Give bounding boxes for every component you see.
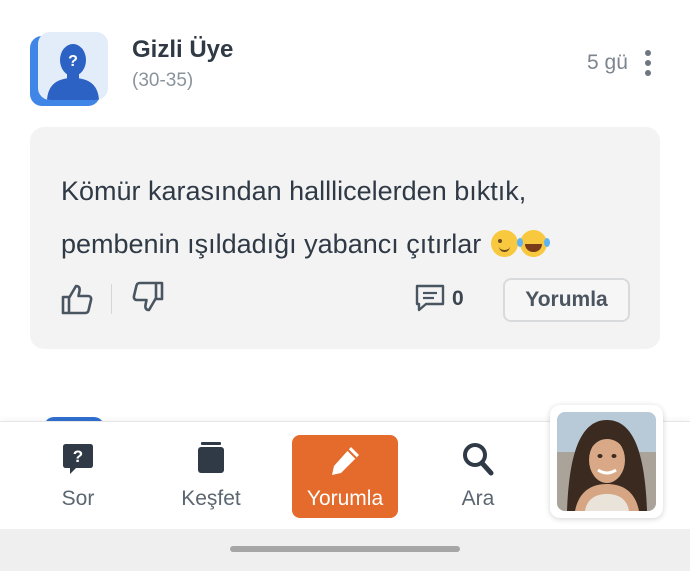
post-text-line-1: Kömür karasından halllicelerden bıktık, [61,176,527,206]
nav-item-sor[interactable]: ? Sor [23,422,133,522]
stack-icon [198,442,224,473]
search-icon [463,443,494,476]
comment-count: 0 [452,287,464,310]
author-age-range: (30-35) [132,70,194,91]
nav-label-kesfet: Keşfet [181,487,241,510]
profile-photo [557,412,656,511]
comment-icon[interactable] [414,283,446,313]
home-indicator[interactable] [230,546,460,552]
svg-text:?: ? [73,447,83,466]
reaction-divider [111,284,112,314]
post-body: Kömür karasından halllicelerden bıktık, … [61,165,631,271]
profile-photo-button[interactable] [550,405,663,518]
post-card: Kömür karasından halllicelerden bıktık, … [30,127,660,349]
question-bubble-icon: ? [63,444,93,474]
anonymous-avatar[interactable]: ? [30,32,108,108]
system-navigation-bar [0,529,690,571]
nav-label-ara: Ara [461,487,495,510]
nav-item-yorumla[interactable]: Yorumla [292,435,398,518]
thumbs-down-icon[interactable] [131,280,165,314]
thumbs-up-icon[interactable] [60,282,94,316]
nav-label-sor: Sor [61,487,95,510]
screen: ? Gizli Üye (30-35) 5 gü Kömür karasında… [0,0,690,571]
svg-text:?: ? [68,53,78,70]
nav-label-yorumla: Yorumla [306,487,384,510]
post-time: 5 gü [587,51,628,74]
more-options-icon[interactable] [640,48,656,78]
nav-item-ara[interactable]: Ara [423,422,533,522]
winking-face-emoji [490,230,518,257]
pencil-icon [332,447,359,475]
tears-of-joy-emoji [516,230,547,257]
reply-button[interactable]: Yorumla [503,278,630,322]
nav-item-kesfet[interactable]: Keşfet [156,422,266,522]
author-name[interactable]: Gizli Üye [132,36,233,64]
unknown-user-icon: ? [47,44,99,100]
post-text-line-2: pembenin ışıldadığı yabancı çıtırlar [61,229,482,259]
